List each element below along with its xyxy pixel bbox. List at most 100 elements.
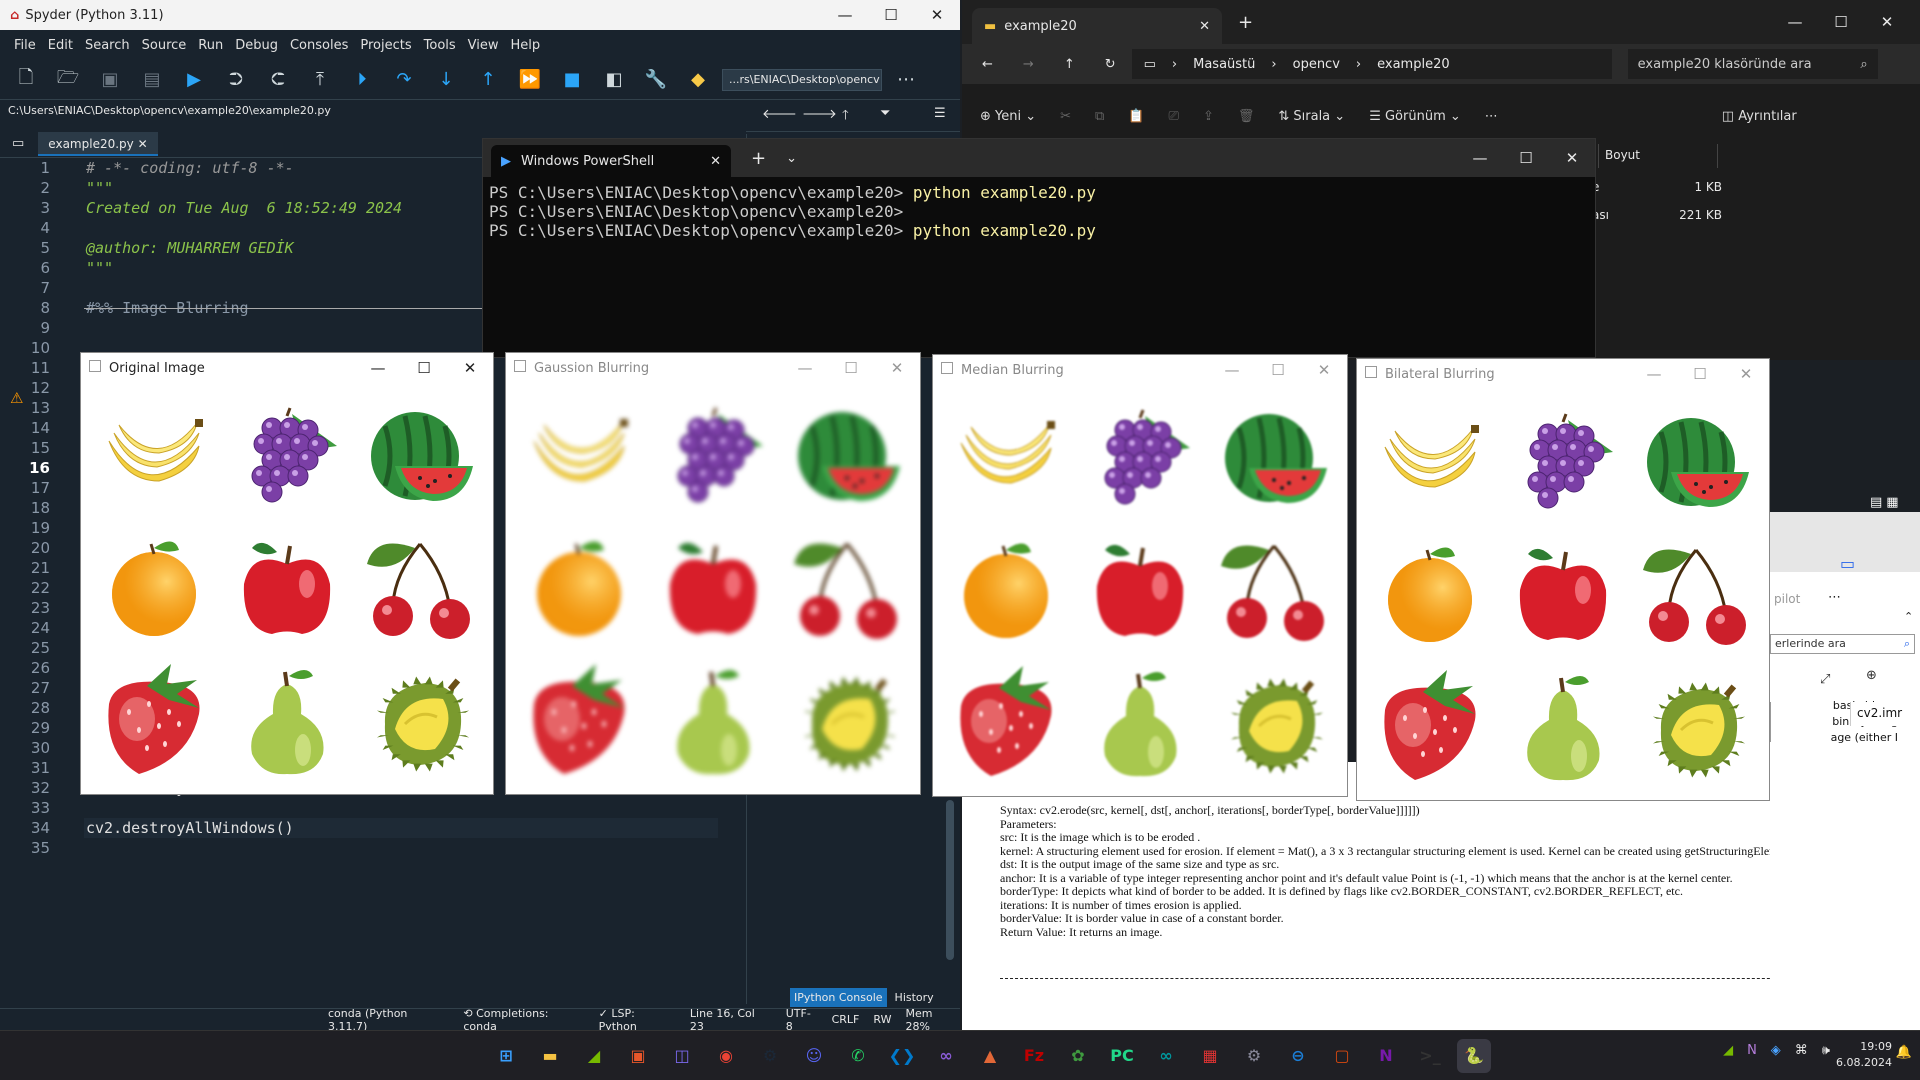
copy-icon[interactable]: ⧉ [1095, 109, 1104, 124]
close-button[interactable]: ✕ [1301, 361, 1347, 379]
close-button[interactable]: ✕ [447, 359, 493, 377]
tab-example20[interactable]: example20.py ✕ [38, 131, 158, 156]
continue-icon[interactable]: ⏩ [512, 65, 548, 95]
new-file-icon[interactable]: 🗋 [8, 65, 44, 95]
volume-icon[interactable]: 🕪 [1822, 1043, 1830, 1058]
tab-ipython-console[interactable]: IPython Console [790, 987, 887, 1007]
step-into-icon[interactable]: ↓ [428, 65, 464, 95]
new-button[interactable]: ⊕ Yeni ⌄ [980, 109, 1036, 124]
view-button[interactable]: ☰ Görünüm ⌄ [1369, 109, 1461, 124]
minimize-button[interactable]: — [1631, 365, 1677, 383]
network-icon[interactable]: ⌘ [1795, 1043, 1808, 1058]
menu-consoles[interactable]: Consoles [284, 38, 354, 53]
maximize-button[interactable]: ☐ [1818, 13, 1864, 31]
step-over-icon[interactable]: ↷ [386, 65, 422, 95]
maximize-button[interactable]: ☐ [1503, 149, 1549, 167]
stop-icon[interactable]: ■ [554, 65, 590, 95]
run-selection-icon[interactable]: ⤒ [302, 65, 338, 95]
run-icon[interactable]: ▶ [176, 65, 212, 95]
address-bar[interactable]: ▭ › Masaüstü › opencv › example20 [1131, 49, 1612, 79]
terminal-taskbar-icon[interactable]: >_ [1413, 1039, 1447, 1073]
menu-search[interactable]: Search [79, 38, 136, 53]
maximize-button[interactable]: ☐ [1255, 361, 1301, 379]
preferences-icon[interactable]: 🔧 [638, 65, 674, 95]
menu-tools[interactable]: Tools [418, 38, 462, 53]
app1-taskbar-icon[interactable]: ◫ [665, 1039, 699, 1073]
close-button[interactable]: ✕ [1864, 13, 1910, 31]
filter-icon[interactable]: ⏷ [880, 106, 890, 121]
menu-projects[interactable]: Projects [354, 38, 417, 53]
app5-taskbar-icon[interactable]: ⊖ [1281, 1039, 1315, 1073]
close-tab-icon[interactable]: ✕ [1199, 19, 1210, 34]
nvidia-tray-icon[interactable]: ◢ [1723, 1043, 1733, 1058]
comment-icon[interactable]: ▭ [1840, 554, 1855, 573]
expand-icon[interactable]: ⤢ [1820, 672, 1830, 687]
app6-taskbar-icon[interactable]: ▢ [1325, 1039, 1359, 1073]
code-line[interactable]: cv2.destroyAllWindows() [84, 818, 718, 838]
python-icon[interactable]: ◆ [680, 65, 716, 95]
chrome-taskbar-icon[interactable]: ◉ [709, 1039, 743, 1073]
menu-debug[interactable]: Debug [229, 38, 284, 53]
tiles-view-icon[interactable]: ▦ [1886, 495, 1898, 510]
page-tab[interactable]: cv2.imr [1850, 702, 1920, 726]
close-button[interactable]: ✕ [874, 359, 920, 377]
paste-icon[interactable]: 📋 [1128, 109, 1144, 124]
search-box[interactable]: erlerinde ara ⌕ [1770, 634, 1915, 654]
close-tab-icon[interactable]: ✕ [710, 154, 721, 169]
add-page-icon[interactable]: ⊕ [1866, 668, 1877, 683]
step-return-icon[interactable]: ↑ [470, 65, 506, 95]
menu-file[interactable]: File [8, 38, 42, 53]
explorer-taskbar-icon[interactable]: ▬ [533, 1039, 567, 1073]
minimize-button[interactable]: — [782, 359, 828, 377]
breadcrumb-example20[interactable]: example20 [1377, 57, 1450, 72]
working-dir-combo[interactable]: ...rs\ENIAC\Desktop\opencv [722, 68, 882, 91]
minimize-button[interactable]: — [1772, 13, 1818, 31]
minimize-button[interactable]: — [1457, 149, 1503, 167]
matlab-taskbar-icon[interactable]: ▲ [973, 1039, 1007, 1073]
save-icon[interactable]: ▣ [92, 65, 128, 95]
sort-button[interactable]: ⇅ Sırala ⌄ [1278, 109, 1345, 124]
steam-taskbar-icon[interactable]: ⚙ [753, 1039, 787, 1073]
maximize-button[interactable]: ☐ [401, 359, 447, 377]
tab-powershell[interactable]: ▶ Windows PowerShell ✕ [491, 145, 731, 177]
menu-help[interactable]: Help [505, 38, 547, 53]
windows-taskbar-icon[interactable]: ⊞ [489, 1039, 523, 1073]
clock[interactable]: 19:09 6.08.2024 [1836, 1039, 1892, 1071]
back-icon[interactable]: 🡐 [762, 106, 797, 122]
app3-taskbar-icon[interactable]: ▦ [1193, 1039, 1227, 1073]
tab-example20-folder[interactable]: ▬ example20 ✕ [972, 8, 1222, 44]
menu-view[interactable]: View [462, 38, 505, 53]
terminal-output[interactable]: PS C:\Users\ENIAC\Desktop\opencv\example… [483, 177, 1595, 240]
back-icon[interactable]: ← [982, 57, 993, 72]
tab-history[interactable]: History [891, 988, 938, 1007]
debug-icon[interactable]: ⏵ [344, 65, 380, 95]
maximize-button[interactable]: ☐ [828, 359, 874, 377]
console-scrollbar[interactable] [946, 800, 954, 960]
notification-icon[interactable]: 🔔 [1896, 1045, 1912, 1060]
minimize-button[interactable]: — [822, 6, 868, 24]
more-icon[interactable]: ⋯ [1485, 109, 1498, 124]
cut-icon[interactable]: ✂ [1060, 109, 1071, 124]
visualstudio-taskbar-icon[interactable]: ∞ [929, 1039, 963, 1073]
nvidia-taskbar-icon[interactable]: ◢ [577, 1039, 611, 1073]
minimize-button[interactable]: — [1209, 361, 1255, 379]
details-view-icon[interactable]: ▤ [1870, 495, 1882, 510]
arduino-taskbar-icon[interactable]: ∞ [1149, 1039, 1183, 1073]
breadcrumb-desktop[interactable]: Masaüstü [1193, 57, 1255, 72]
run-cell-icon[interactable]: ⮊ [218, 65, 254, 95]
breadcrumb-opencv[interactable]: opencv [1293, 57, 1340, 72]
maximize-pane-icon[interactable]: ◧ [596, 65, 632, 95]
more-icon[interactable]: ⋯ [1828, 590, 1841, 605]
python-taskbar-icon[interactable]: 🐍 [1457, 1038, 1491, 1073]
share-icon[interactable]: ⇪ [1203, 109, 1214, 124]
discord-taskbar-icon[interactable]: ☺ [797, 1039, 831, 1073]
refresh-icon[interactable]: ↻ [1105, 57, 1116, 72]
column-size-header[interactable]: Boyut [1598, 144, 1718, 168]
app4-taskbar-icon[interactable]: ⚙ [1237, 1039, 1271, 1073]
vscode-taskbar-icon[interactable]: ❮❯ [885, 1039, 919, 1073]
dropdown-icon[interactable]: ⌄ [786, 151, 797, 166]
close-button[interactable]: ✕ [1723, 365, 1769, 383]
onenote-taskbar-icon[interactable]: N [1369, 1039, 1403, 1073]
close-button[interactable]: ✕ [1549, 149, 1595, 167]
run-cell-advance-icon[interactable]: ⮈ [260, 65, 296, 95]
